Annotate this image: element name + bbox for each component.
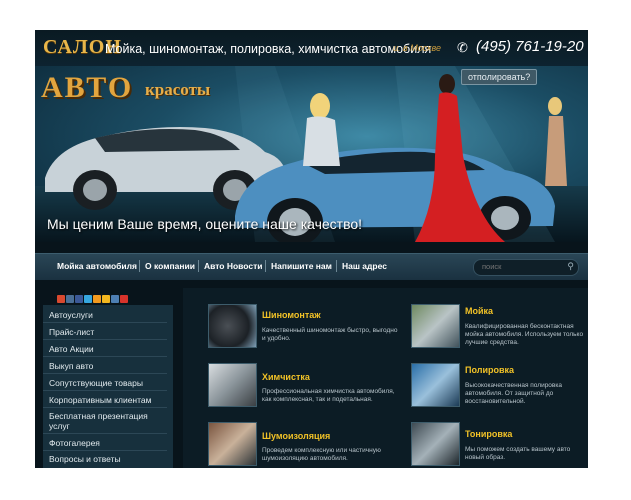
sidebar-item-goods[interactable]: Сопутствующие товары [43, 377, 167, 391]
facebook-icon[interactable] [75, 295, 83, 303]
service-desc-dry-clean: Профессиональная химчистка автомобиля, к… [262, 388, 395, 403]
nav-separator [336, 260, 337, 272]
twitter-icon[interactable] [84, 295, 92, 303]
share-bar [57, 290, 129, 303]
service-desc-tint: Мы поможем создать вашему авто новый обр… [465, 446, 571, 461]
sidebar-item-presentation[interactable]: Бесплатная презентация услуг [43, 411, 167, 434]
banner-title: АВТО [41, 71, 134, 104]
sidebar-item-corporate[interactable]: Корпоративным клиентам [43, 394, 167, 408]
service-image-polish[interactable] [411, 363, 460, 407]
service-title-tires[interactable]: Шиномонтаж [262, 310, 321, 320]
sidebar-item-services[interactable]: Автоуслуги [43, 309, 167, 323]
service-image-tires[interactable] [208, 304, 257, 348]
service-image-dry-clean[interactable] [208, 363, 257, 407]
sidebar-item-price[interactable]: Прайс-лист [43, 326, 167, 340]
sidebar-item-gallery[interactable]: Фотогалерея [43, 437, 167, 451]
phone-icon: ✆ [457, 40, 468, 55]
vk-icon[interactable] [66, 295, 74, 303]
service-desc-soundproof: Проведем комплексную или частичную шумои… [262, 447, 381, 462]
services-grid: Шиномонтаж Качественный шиномонтаж быстр… [183, 288, 588, 468]
nav-item-contact[interactable]: Напишите нам [271, 261, 332, 271]
nav-item-about[interactable]: О компании [145, 261, 195, 271]
service-title-tint[interactable]: Тонировка [465, 429, 512, 439]
service-desc-tires: Качественный шиномонтаж быстро, выгодно … [262, 327, 398, 342]
header: САЛОН Мойка, шиномонтаж, полировка, химч… [35, 30, 588, 66]
nav-separator [198, 260, 199, 272]
hero-banner: АВТО красоты отполировать? Мы ценим Ваше… [35, 66, 588, 242]
sidebar-item-promotions[interactable]: Авто Акции [43, 343, 167, 357]
banner-subtitle: красоты [145, 80, 211, 99]
blonde-model-image [303, 93, 340, 166]
header-phone[interactable]: (495) 761-19-20 [476, 38, 584, 55]
nav-item-news[interactable]: Авто Новости [204, 261, 263, 271]
search-box: ⚲ [473, 259, 579, 276]
sidebar-item-buyout[interactable]: Выкуп авто [43, 360, 167, 374]
nav-separator [265, 260, 266, 272]
service-desc-polish: Высококачественная полировка автомобиля.… [465, 382, 562, 405]
service-title-soundproof[interactable]: Шумоизоляция [262, 431, 330, 441]
main-nav: Мойка автомобиля О компании Авто Новости… [35, 253, 588, 280]
livejournal-icon[interactable] [111, 295, 119, 303]
service-image-soundproof[interactable] [208, 422, 257, 466]
search-input[interactable] [482, 262, 562, 271]
search-icon[interactable]: ⚲ [567, 261, 574, 272]
google-plus-icon[interactable] [57, 295, 65, 303]
service-desc-wash: Квалифицированная бесконтактная мойка ав… [465, 323, 584, 346]
nav-item-car-wash[interactable]: Мойка автомобиля [57, 261, 137, 271]
service-image-wash[interactable] [411, 304, 460, 348]
header-city: и. в Москве [393, 43, 441, 53]
service-title-polish[interactable]: Полировка [465, 365, 514, 375]
service-title-wash[interactable]: Мойка [465, 306, 493, 316]
banner-caption: Мы ценим Ваше время, оцените наше качест… [47, 216, 363, 232]
nav-separator [139, 260, 140, 272]
service-title-dry-clean[interactable]: Химчистка [262, 372, 310, 382]
service-image-tint[interactable] [411, 422, 460, 466]
site-container: САЛОН Мойка, шиномонтаж, полировка, химч… [35, 30, 588, 468]
polish-button[interactable]: отполировать? [461, 69, 538, 85]
right-model-image [545, 97, 567, 186]
mailru-icon[interactable] [102, 295, 110, 303]
google-icon[interactable] [120, 295, 128, 303]
sidebar-item-faq[interactable]: Вопросы и ответы [43, 453, 167, 466]
header-slogan: Мойка, шиномонтаж, полировка, химчистка … [105, 42, 432, 56]
nav-item-address[interactable]: Наш адрес [342, 261, 387, 271]
odnoklassniki-icon[interactable] [93, 295, 101, 303]
sidebar: Автоуслуги Прайс-лист Авто Акции Выкуп а… [43, 305, 173, 468]
